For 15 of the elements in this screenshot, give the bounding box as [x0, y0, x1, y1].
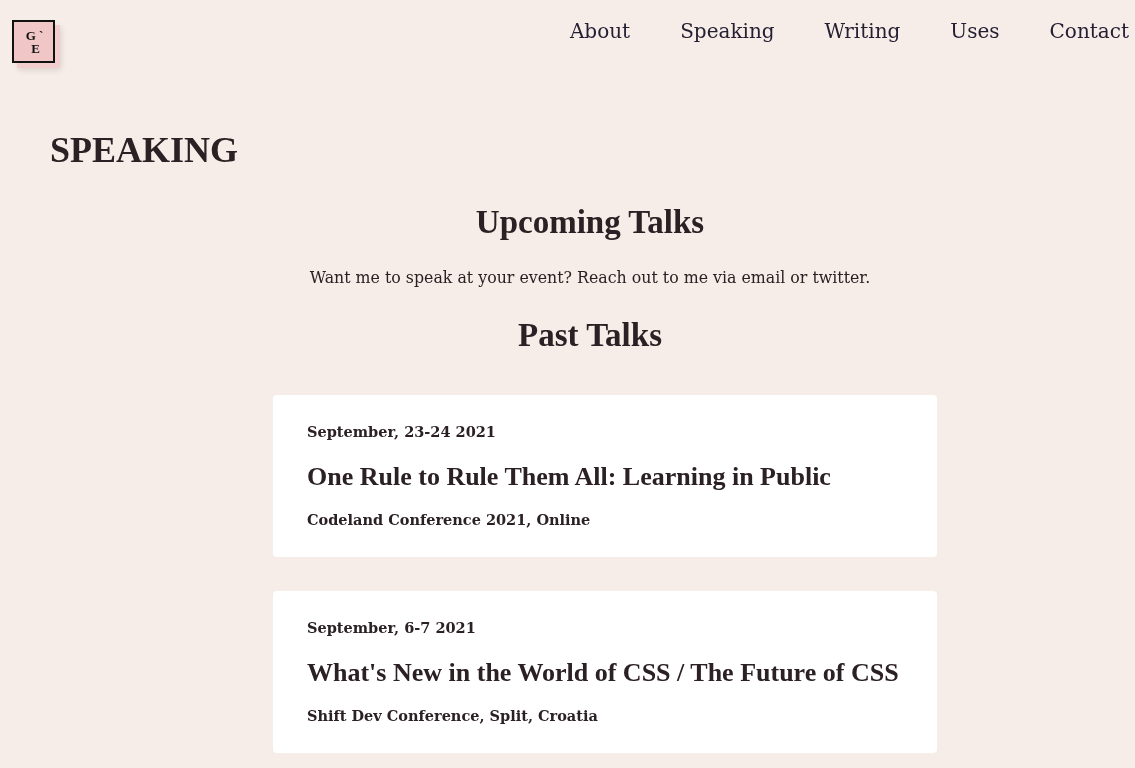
talk-date: September, 23-24 2021 [307, 422, 496, 442]
talk-title: What's New in the World of CSS / The Future of CSS [307, 657, 899, 689]
intro-text: Want me to speak at your event? Reach out to me via email or twitter. [309, 267, 871, 289]
nav-link[interactable]: About [563, 16, 637, 46]
talk-venue: Shift Dev Conference, Split, Croatia [307, 706, 598, 726]
section-heading: Upcoming Talks [475, 203, 705, 242]
nav-link[interactable]: Uses [944, 16, 1006, 46]
talk-title: One Rule to Rule Them All: Learning in Public [307, 461, 831, 493]
talk-venue: Codeland Conference 2021, Online [307, 510, 591, 530]
talk-date: September, 6-7 2021 [307, 618, 476, 638]
nav-link[interactable]: Writing [818, 16, 907, 46]
nav-link[interactable]: Contact [1043, 16, 1135, 46]
nav-link[interactable]: Speaking [674, 16, 781, 46]
section-heading: Past Talks [518, 316, 662, 355]
page-title: SPEAKING [50, 129, 240, 172]
